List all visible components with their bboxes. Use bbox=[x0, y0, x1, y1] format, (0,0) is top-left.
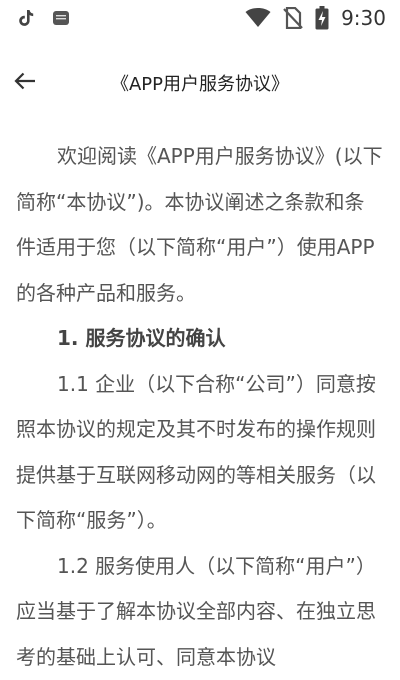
agreement-content: 欢迎阅读《APP用户服务协议》(以下简称“本协议”)。本协议阐述之条款和条件适用… bbox=[16, 134, 384, 680]
clause-1-1: 1.1 企业（以下合称“公司”）同意按照本协议的规定及其不时发布的操作规则提供基… bbox=[16, 362, 384, 544]
no-sim-icon bbox=[283, 7, 303, 29]
app-bar: 《APP用户服务协议》 bbox=[0, 56, 400, 106]
page-title: 《APP用户服务协议》 bbox=[0, 70, 400, 96]
status-time: 9:30 bbox=[341, 6, 386, 30]
wifi-icon bbox=[245, 8, 271, 28]
notification-app-icon bbox=[52, 9, 70, 27]
section-heading: 1. 服务协议的确认 bbox=[16, 316, 384, 362]
battery-charging-icon bbox=[315, 6, 329, 30]
clause-1-2: 1.2 服务使用人（以下简称“用户”）应当基于了解本协议全部内容、在独立思考的基… bbox=[16, 544, 384, 680]
intro-paragraph: 欢迎阅读《APP用户服务协议》(以下简称“本协议”)。本协议阐述之条款和条件适用… bbox=[16, 134, 384, 316]
tiktok-icon bbox=[18, 9, 34, 27]
status-bar: 9:30 bbox=[0, 0, 400, 36]
